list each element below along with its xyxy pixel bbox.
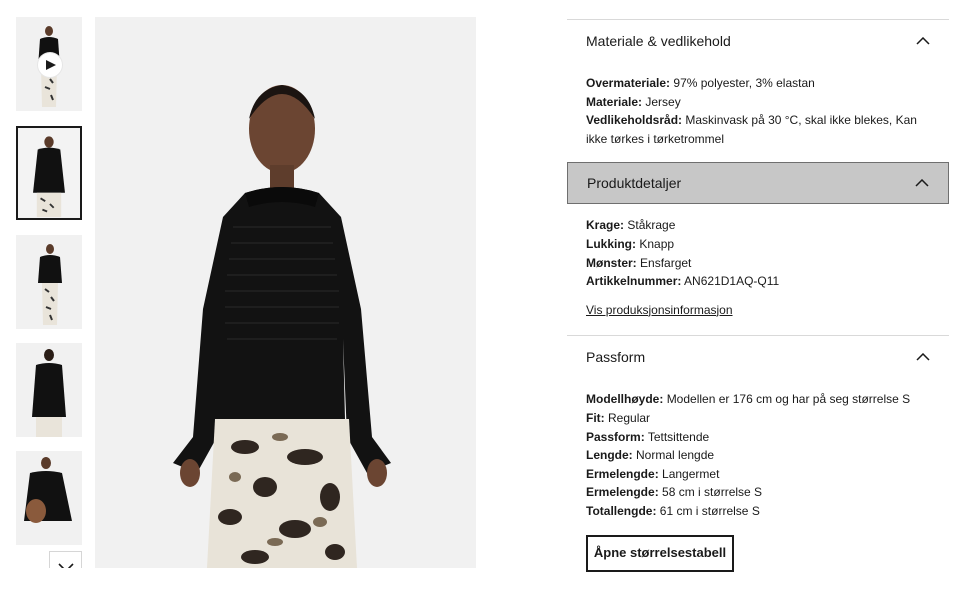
play-video-icon [38, 53, 62, 77]
detail-key: Mønster: [586, 255, 637, 270]
detail-row: Ermelengde: Langermet [586, 465, 930, 484]
detail-key: Vedlikeholdsråd: [586, 113, 683, 128]
product-photo-thumbnail [16, 343, 82, 437]
detail-row: Mønster: Ensfarget [586, 254, 930, 273]
product-photo-thumbnail [18, 128, 80, 218]
detail-key: Lengde: [586, 448, 633, 463]
detail-row: Vedlikeholdsråd: Maskinvask på 30 °C, sk… [586, 111, 930, 148]
detail-row: Overmateriale: 97% polyester, 3% elastan [586, 74, 930, 93]
detail-key: Materiale: [586, 94, 643, 109]
section-fit: Passform Modellhøyde: Modellen er 176 cm… [567, 335, 949, 585]
detail-key: Lukking: [586, 236, 636, 251]
detail-value: Ensfarget [640, 255, 692, 270]
product-details-header[interactable]: Produktdetaljer [567, 162, 949, 205]
detail-key: Ermelengde: [586, 466, 659, 481]
fit-title: Passform [586, 349, 646, 366]
detail-row: Modellhøyde: Modellen er 176 cm og har p… [586, 390, 930, 409]
detail-key: Overmateriale: [586, 76, 671, 90]
detail-key: Artikkelnummer: [586, 274, 682, 289]
material-body: Overmateriale: 97% polyester, 3% elastan… [567, 62, 949, 162]
section-material: Materiale & vedlikehold Overmateriale: 9… [567, 19, 949, 162]
thumbnail-5[interactable] [16, 451, 82, 545]
detail-value: Tettsittende [647, 429, 710, 444]
open-size-chart-button[interactable]: Åpne størrelsestabell [586, 534, 734, 572]
chevron-up-icon [915, 179, 929, 187]
thumbnail-1[interactable] [16, 17, 82, 111]
detail-value: 58 cm i størrelse S [662, 485, 763, 500]
detail-value: Jersey [645, 94, 681, 109]
product-details-body: Krage: Ståkrage Lukking: Knapp Mønster: … [567, 204, 949, 333]
thumbnail-4[interactable] [16, 343, 82, 437]
product-photo [95, 17, 476, 568]
detail-row: Fit: Regular [586, 409, 930, 428]
detail-row: Lukking: Knapp [586, 235, 930, 254]
detail-value: 97% polyester, 3% elastan [673, 76, 815, 90]
main-product-image[interactable] [95, 17, 476, 568]
product-photo-thumbnail [16, 235, 82, 329]
detail-key: Totallengde: [586, 503, 657, 518]
detail-row: Ermelengde: 58 cm i størrelse S [586, 483, 930, 502]
detail-row: Artikkelnummer: AN621D1AQ-Q11 [586, 272, 930, 291]
thumbnails-scroll-down-button[interactable] [49, 551, 82, 568]
detail-value: Knapp [639, 236, 675, 251]
detail-row: Materiale: Jersey [586, 93, 930, 112]
product-info-panel: Materiale & vedlikehold Overmateriale: 9… [567, 19, 949, 586]
thumbnail-2[interactable] [16, 126, 82, 220]
product-details-title: Produktdetaljer [587, 175, 682, 192]
detail-row: Krage: Ståkrage [586, 216, 930, 235]
material-header[interactable]: Materiale & vedlikehold [567, 20, 949, 62]
detail-value: Ståkrage [627, 218, 676, 233]
chevron-up-icon [916, 37, 930, 45]
detail-key: Krage: [586, 218, 625, 233]
detail-value: Modellen er 176 cm og har på seg størrel… [666, 392, 911, 407]
detail-key: Passform: [586, 429, 645, 444]
detail-value: Langermet [662, 466, 720, 481]
detail-value: 61 cm i størrelse S [659, 503, 760, 518]
detail-value: Normal lengde [636, 448, 715, 463]
detail-key: Ermelengde: [586, 485, 659, 500]
fit-header[interactable]: Passform [567, 336, 949, 378]
detail-row: Passform: Tettsittende [586, 428, 930, 447]
detail-value: Regular [608, 410, 651, 425]
detail-key: Modellhøyde: [586, 392, 664, 407]
thumbnail-3[interactable] [16, 235, 82, 329]
chevron-up-icon [916, 353, 930, 361]
thumbnail-rail [16, 17, 84, 568]
production-info-link[interactable]: Vis produksjonsinformasjon [586, 301, 733, 320]
section-product-details: Produktdetaljer Krage: Ståkrage Lukking:… [567, 162, 949, 333]
detail-key: Fit: [586, 410, 605, 425]
detail-row: Lengde: Normal lengde [586, 446, 930, 465]
fit-body: Modellhøyde: Modellen er 176 cm og har p… [567, 378, 949, 585]
detail-value: AN621D1AQ-Q11 [684, 274, 780, 289]
material-title: Materiale & vedlikehold [586, 33, 731, 49]
detail-row: Totallengde: 61 cm i størrelse S [586, 502, 930, 521]
chevron-down-icon [57, 562, 74, 568]
product-photo-thumbnail [16, 451, 82, 545]
